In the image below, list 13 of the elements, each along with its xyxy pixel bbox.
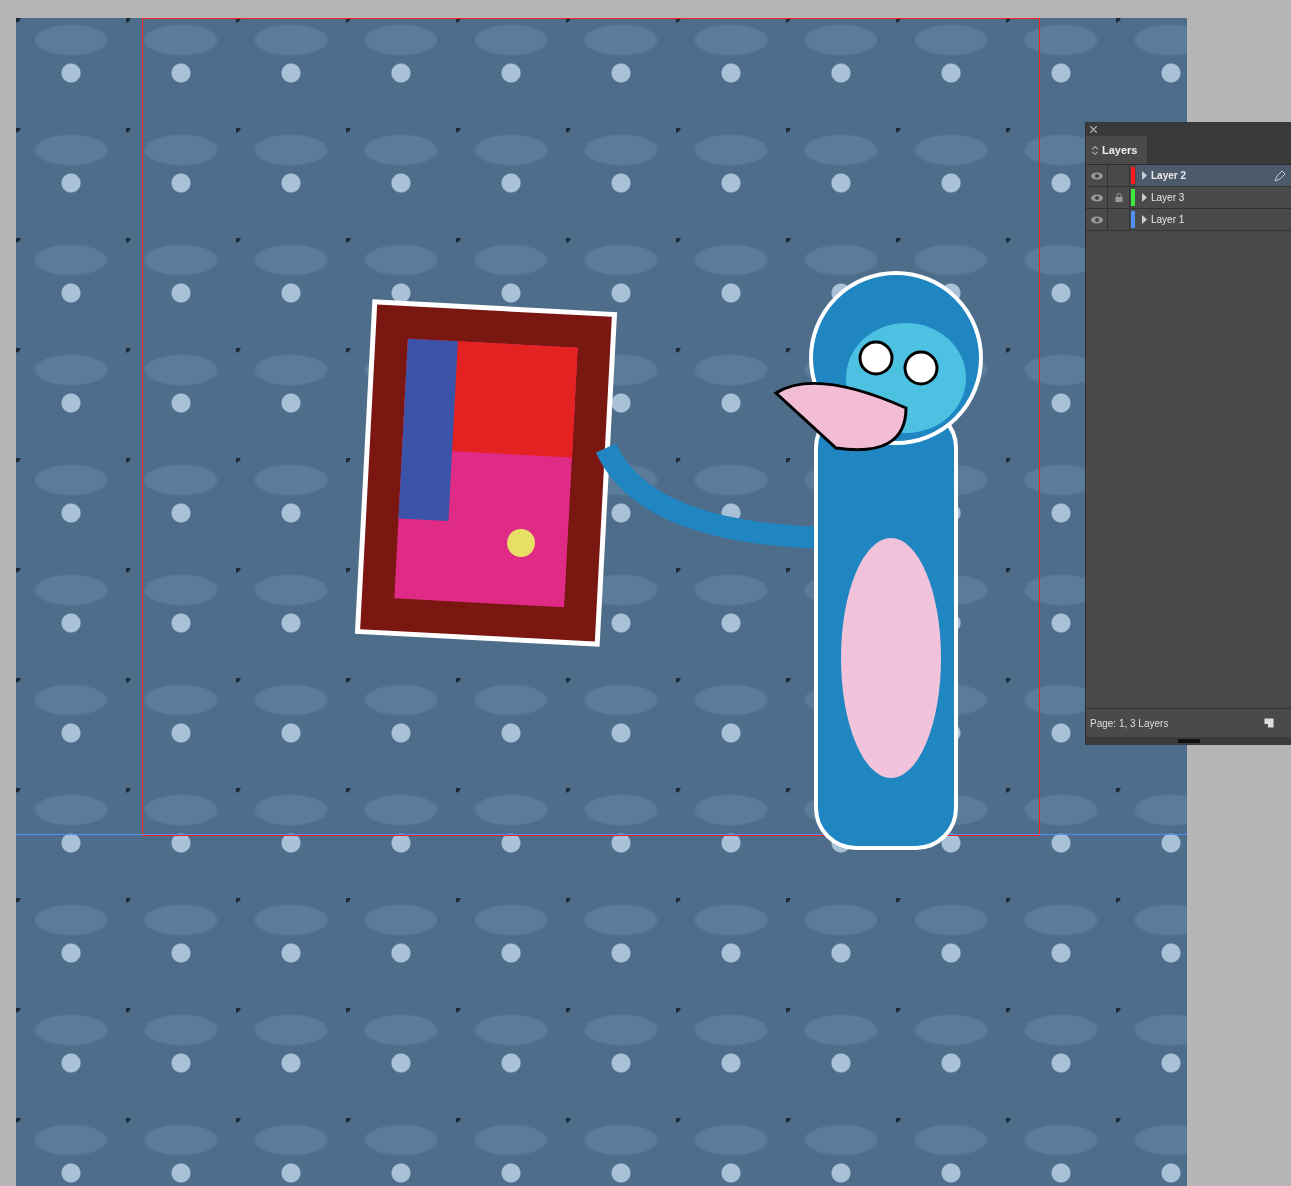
close-icon[interactable] <box>1090 125 1097 133</box>
layer-row[interactable]: Layer 3 <box>1136 187 1291 208</box>
expand-triangle-icon[interactable] <box>1142 215 1147 224</box>
new-layer-icon[interactable] <box>1264 718 1274 728</box>
stepper-icon <box>1092 145 1098 155</box>
pen-icon <box>1274 169 1286 182</box>
layer-row[interactable]: Layer 2 <box>1136 165 1291 186</box>
resize-grip-icon[interactable] <box>1178 739 1200 743</box>
layer-row[interactable]: Layer 1 <box>1136 209 1291 230</box>
layers-tab[interactable]: Layers <box>1086 136 1148 164</box>
panel-status: Page: 1, 3 Layers <box>1090 717 1169 729</box>
expand-triangle-icon[interactable] <box>1142 171 1147 180</box>
expand-triangle-icon[interactable] <box>1142 193 1147 202</box>
